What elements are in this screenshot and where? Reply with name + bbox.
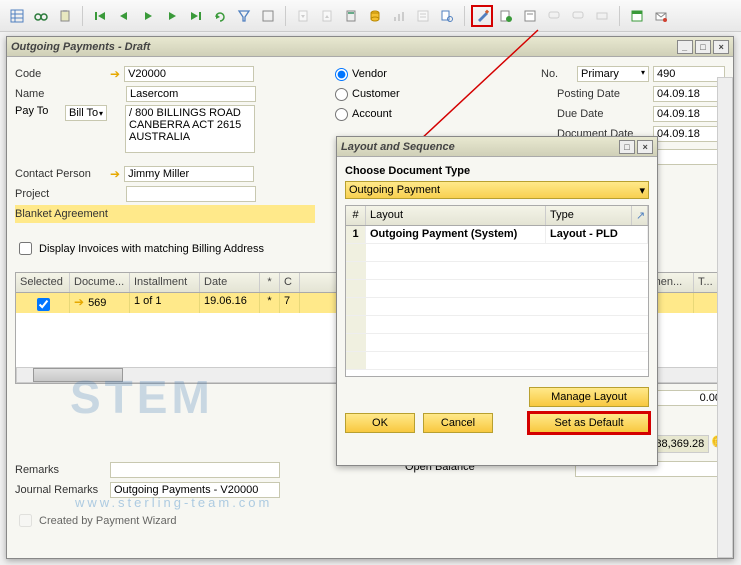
code-label: Code xyxy=(15,68,110,80)
col-num[interactable]: # xyxy=(346,206,366,225)
redo-icon[interactable] xyxy=(209,5,231,27)
blanket-label: Blanket Agreement xyxy=(15,208,110,220)
vendor-radio[interactable] xyxy=(335,68,348,81)
layout-designer-icon[interactable] xyxy=(471,5,493,27)
window-scrollbar[interactable] xyxy=(717,77,733,558)
journal-field[interactable]: Outgoing Payments - V20000 xyxy=(110,482,280,498)
set-as-default-button[interactable]: Set as Default xyxy=(529,413,649,433)
choose-doc-type-label: Choose Document Type xyxy=(345,165,649,177)
close-button[interactable]: × xyxy=(713,40,729,54)
doc-type-select[interactable]: Outgoing Payment xyxy=(345,181,649,199)
layout-row[interactable]: 1 Outgoing Payment (System) Layout - PLD xyxy=(346,226,648,244)
customer-radio[interactable] xyxy=(335,88,348,101)
no-label: No. xyxy=(541,68,573,80)
due-field[interactable]: 04.09.18 xyxy=(653,106,725,122)
dialog-title: Layout and Sequence xyxy=(341,141,455,153)
chat-icon[interactable] xyxy=(543,5,565,27)
chat2-icon[interactable] xyxy=(567,5,589,27)
col-c[interactable]: C xyxy=(280,273,300,292)
grid-icon[interactable] xyxy=(6,5,28,27)
link-icon[interactable] xyxy=(257,5,279,27)
docdate-field[interactable]: 04.09.18 xyxy=(653,126,725,142)
ok-button[interactable]: OK xyxy=(345,413,415,433)
nav-last-icon[interactable] xyxy=(185,5,207,27)
created-by-wizard-label: Created by Payment Wizard xyxy=(39,515,177,527)
gear-doc-icon[interactable] xyxy=(495,5,517,27)
row-selected-checkbox[interactable] xyxy=(37,298,50,311)
dialog-maximize-button[interactable]: □ xyxy=(619,140,635,154)
layout-table: # Layout Type ↗ 1 Outgoing Payment (Syst… xyxy=(345,205,649,377)
col-selected[interactable]: Selected xyxy=(16,273,70,292)
project-label: Project xyxy=(15,188,110,200)
open-balance-label: Open Balance xyxy=(405,461,475,501)
row-icon[interactable] xyxy=(591,5,613,27)
col-type[interactable]: Type xyxy=(546,206,632,225)
name-field[interactable]: Lasercom xyxy=(126,86,256,102)
chart-icon[interactable] xyxy=(388,5,410,27)
code-field[interactable]: V20000 xyxy=(124,66,254,82)
expand-icon[interactable]: ↗ xyxy=(632,206,648,225)
vendor-label: Vendor xyxy=(352,68,387,80)
contact-label: Contact Person xyxy=(15,168,110,180)
account-radio[interactable] xyxy=(335,108,348,121)
payto-select[interactable]: Bill To▾ xyxy=(65,105,107,121)
paste-icon[interactable] xyxy=(54,5,76,27)
remarks-label: Remarks xyxy=(15,464,110,476)
cancel-button[interactable]: Cancel xyxy=(423,413,493,433)
col-layout[interactable]: Layout xyxy=(366,206,546,225)
form-icon[interactable] xyxy=(412,5,434,27)
window-title: Outgoing Payments - Draft xyxy=(11,41,150,53)
address-field[interactable] xyxy=(125,105,255,153)
project-field[interactable] xyxy=(126,186,256,202)
col-date[interactable]: Date xyxy=(200,273,260,292)
doc-in-icon[interactable] xyxy=(292,5,314,27)
minimize-button[interactable]: _ xyxy=(677,40,693,54)
name-label: Name xyxy=(15,88,110,100)
nav-first-icon[interactable] xyxy=(89,5,111,27)
link-arrow-icon[interactable]: ➔ xyxy=(110,67,120,81)
layout-sequence-dialog: Layout and Sequence □ × Choose Document … xyxy=(336,136,658,466)
contact-field[interactable]: Jimmy Miller xyxy=(124,166,254,182)
window-titlebar[interactable]: Outgoing Payments - Draft _ □ × xyxy=(7,37,733,57)
posting-label: Posting Date xyxy=(557,88,649,100)
dialog-close-button[interactable]: × xyxy=(637,140,653,154)
posting-field[interactable]: 04.09.18 xyxy=(653,86,725,102)
dialog-titlebar[interactable]: Layout and Sequence □ × xyxy=(337,137,657,157)
main-toolbar xyxy=(0,0,741,32)
remarks-field[interactable] xyxy=(110,462,280,478)
journal-label: Journal Remarks xyxy=(15,484,110,496)
due-label: Due Date xyxy=(557,108,649,120)
nav-prev-icon[interactable] xyxy=(113,5,135,27)
created-by-wizard-checkbox xyxy=(19,514,32,527)
nav-forward-icon[interactable] xyxy=(161,5,183,27)
col-star[interactable]: * xyxy=(260,273,280,292)
no-field[interactable]: 490 xyxy=(653,66,725,82)
doc-out-icon[interactable] xyxy=(316,5,338,27)
link-arrow-icon[interactable]: ➔ xyxy=(74,295,84,309)
maximize-button[interactable]: □ xyxy=(695,40,711,54)
manage-layout-button[interactable]: Manage Layout xyxy=(529,387,649,407)
binoculars-icon[interactable] xyxy=(30,5,52,27)
col-docnum[interactable]: Docume... xyxy=(70,273,130,292)
note-icon[interactable] xyxy=(519,5,541,27)
calc-icon[interactable] xyxy=(340,5,362,27)
display-invoices-checkbox[interactable] xyxy=(19,242,32,255)
col-installment[interactable]: Installment xyxy=(130,273,200,292)
no-series-select[interactable]: Primary▾ xyxy=(577,66,649,82)
find-doc-icon[interactable] xyxy=(436,5,458,27)
layout-pref-icon[interactable] xyxy=(626,5,648,27)
display-invoices-label: Display Invoices with matching Billing A… xyxy=(39,243,264,255)
link-arrow-icon[interactable]: ➔ xyxy=(110,167,120,181)
payto-label: Pay To xyxy=(15,105,65,117)
mail-icon[interactable] xyxy=(650,5,672,27)
funnel-icon[interactable] xyxy=(233,5,255,27)
customer-label: Customer xyxy=(352,88,400,100)
nav-next-icon[interactable] xyxy=(137,5,159,27)
db-icon[interactable] xyxy=(364,5,386,27)
account-label: Account xyxy=(352,108,392,120)
